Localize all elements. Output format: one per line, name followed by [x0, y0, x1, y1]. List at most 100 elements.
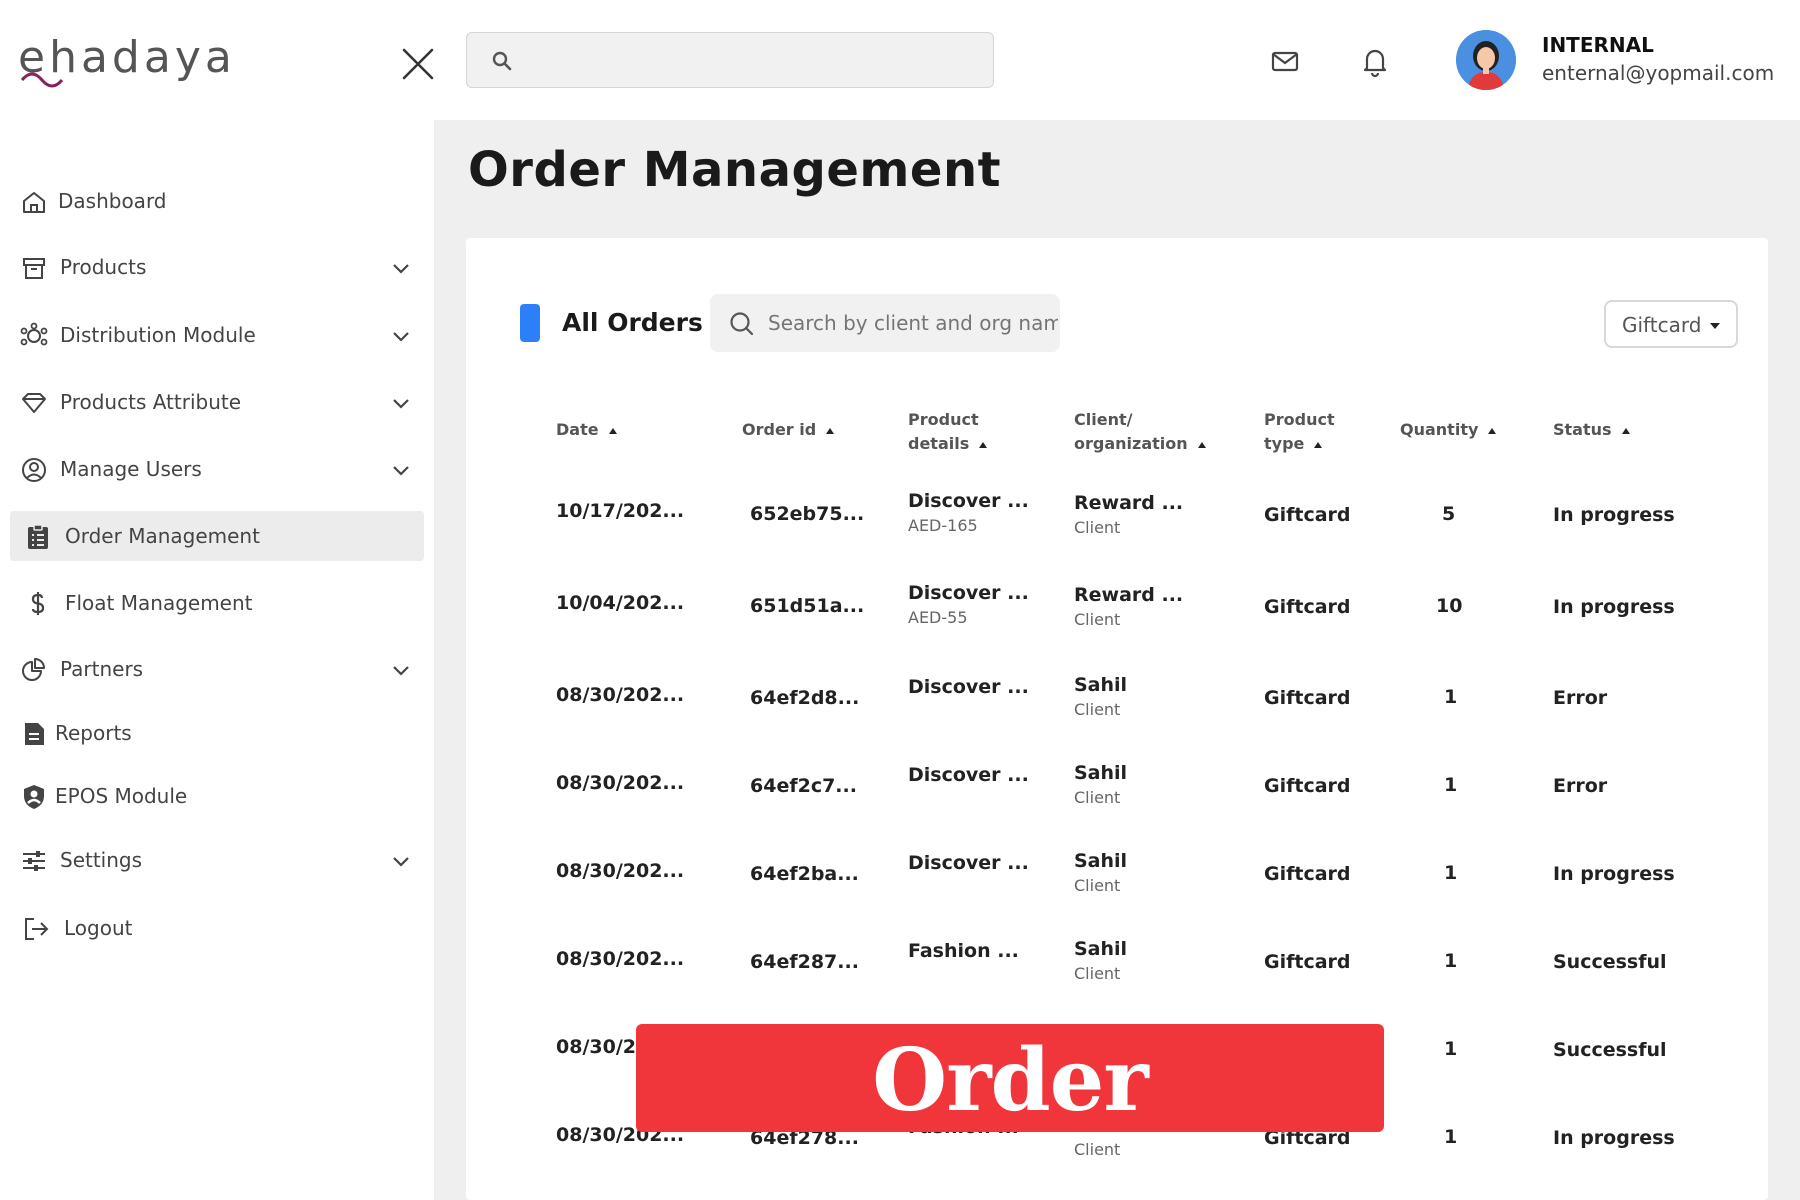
banner-text: Order Dashboard [754, 1030, 1267, 1200]
cell-order-id: 64ef2ba... [750, 863, 859, 885]
pie-chart-icon [22, 658, 45, 681]
logo-text: ehadaya [18, 32, 236, 83]
th-product-details[interactable]: Product details [908, 408, 988, 456]
table-row[interactable]: 08/30/202... 64ef2c7... Discover ... Sah… [466, 760, 1768, 848]
ehadaya-logo[interactable]: ehadaya [18, 28, 248, 88]
close-sidebar-icon[interactable] [398, 44, 438, 84]
sidebar-item-logout[interactable]: Logout [10, 903, 424, 953]
cell-status: In progress [1553, 863, 1675, 885]
table-row[interactable]: 10/04/202... 651d51a... Discover ... AED… [466, 582, 1768, 670]
sidebar-item-partners[interactable]: Partners [10, 644, 424, 694]
sidebar-item-reports[interactable]: Reports [10, 708, 424, 758]
filter-selected-value: Giftcard [1622, 313, 1702, 337]
th-date[interactable]: Date [556, 418, 617, 442]
cell-client: Sahil [1074, 850, 1128, 872]
cell-status: Error [1553, 775, 1608, 797]
cell-product-type: Giftcard [1264, 596, 1351, 618]
th-status[interactable]: Status [1553, 418, 1630, 442]
user-role: INTERNAL [1542, 33, 1654, 57]
cell-product-type: Giftcard [1264, 775, 1351, 797]
cell-client-sub: Client [1074, 788, 1121, 807]
cell-client-sub: Client [1074, 610, 1121, 629]
cell-order-id: 651d51a... [750, 595, 865, 617]
bell-icon[interactable] [1358, 44, 1392, 78]
table-row[interactable]: 10/17/202... 652eb75... Discover ... AED… [466, 490, 1768, 578]
cell-quantity: 5 [1442, 503, 1456, 525]
order-search-bar[interactable] [710, 294, 1060, 352]
sidebar-item-order-management[interactable]: Order Management [10, 511, 424, 561]
cell-product-sub: AED-55 [908, 608, 968, 627]
cell-product: Fashion ... [908, 940, 1019, 962]
chevron-down-icon[interactable] [390, 850, 412, 872]
cell-client-sub: Client [1074, 876, 1121, 895]
sidebar-item-epos-module[interactable]: EPOS Module [10, 771, 424, 821]
sidebar-item-manage-users[interactable]: Manage Users [10, 444, 424, 494]
cell-date: 08/30/2 [556, 1036, 636, 1058]
user-circle-icon [22, 458, 46, 482]
sidebar-item-label: Manage Users [60, 457, 202, 481]
mail-icon[interactable] [1268, 44, 1302, 78]
card-title: All Orders [562, 308, 703, 337]
global-search-bar[interactable] [466, 32, 994, 88]
network-icon [20, 322, 48, 346]
cell-client: Sahil [1074, 762, 1128, 784]
sort-asc-icon [1488, 427, 1497, 434]
order-search-input[interactable] [768, 304, 1058, 342]
sidebar-item-settings[interactable]: Settings [10, 835, 424, 885]
sliders-icon [23, 851, 45, 871]
cell-date: 08/30/202... [556, 772, 685, 794]
cell-product: Discover ... [908, 582, 1029, 604]
cell-product-type: Giftcard [1264, 687, 1351, 709]
global-search-input[interactable] [523, 41, 973, 79]
product-type-filter-dropdown[interactable]: Giftcard [1604, 300, 1738, 348]
cell-quantity: 1 [1444, 686, 1458, 708]
cell-quantity: 1 [1444, 1038, 1458, 1060]
sidebar-item-label: Logout [64, 916, 133, 940]
cell-quantity: 1 [1444, 950, 1458, 972]
table-row[interactable]: 08/30/202... 64ef2d8... Discover ... Sah… [466, 672, 1768, 760]
sidebar-item-label: Distribution Module [60, 323, 256, 347]
sort-asc-icon [826, 427, 835, 434]
sidebar-item-float-management[interactable]: Float Management [10, 578, 424, 628]
cell-quantity: 1 [1444, 862, 1458, 884]
cell-date: 10/17/202... [556, 500, 685, 522]
user-avatar[interactable] [1456, 30, 1516, 90]
section-marker [520, 304, 540, 342]
cell-date: 08/30/202... [556, 860, 685, 882]
table-row[interactable]: 08/30/202... 64ef287... Fashion ... Sahi… [466, 936, 1768, 1024]
chevron-down-icon[interactable] [390, 459, 412, 481]
table-row[interactable]: 08/30/202... 64ef2ba... Discover ... Sah… [466, 848, 1768, 936]
sidebar-item-label: Order Management [65, 524, 260, 548]
sidebar-item-label: Products Attribute [60, 390, 242, 414]
sidebar-item-label: Partners [60, 657, 144, 681]
chevron-down-icon[interactable] [390, 392, 412, 414]
th-product-type[interactable]: Product type [1264, 408, 1335, 456]
sidebar-item-products[interactable]: Products [10, 242, 424, 292]
cell-client-sub: Client [1074, 700, 1121, 719]
sort-asc-icon [1314, 441, 1323, 448]
sidebar-item-label: Settings [60, 848, 143, 872]
shield-user-icon [24, 785, 44, 809]
sort-asc-icon [1197, 441, 1206, 448]
sidebar-item-products-attribute[interactable]: Products Attribute [10, 377, 424, 427]
cell-order-id: 652eb75... [750, 503, 865, 525]
th-client-organization[interactable]: Client/organization [1074, 408, 1206, 456]
dollar-icon [31, 592, 45, 615]
sidebar-item-distribution-module[interactable]: Distribution Module [10, 310, 424, 360]
home-icon [23, 192, 45, 213]
cell-status: Successful [1553, 1039, 1667, 1061]
caret-down-icon [1710, 323, 1720, 329]
sidebar-item-dashboard[interactable]: Dashboard [10, 176, 424, 226]
clipboard-list-icon [28, 524, 48, 549]
chevron-down-icon[interactable] [390, 325, 412, 347]
cell-order-id: 64ef2c7... [750, 775, 857, 797]
th-order-id[interactable]: Order id [742, 418, 835, 442]
chevron-down-icon[interactable] [390, 659, 412, 681]
cell-client: Reward ... [1074, 492, 1184, 514]
cell-product: Discover ... [908, 852, 1029, 874]
cell-order-id: 64ef287... [750, 951, 859, 973]
search-icon [492, 51, 512, 71]
th-quantity[interactable]: Quantity [1400, 418, 1497, 442]
chevron-down-icon[interactable] [390, 257, 412, 279]
page-title: Order Management [468, 142, 1002, 198]
